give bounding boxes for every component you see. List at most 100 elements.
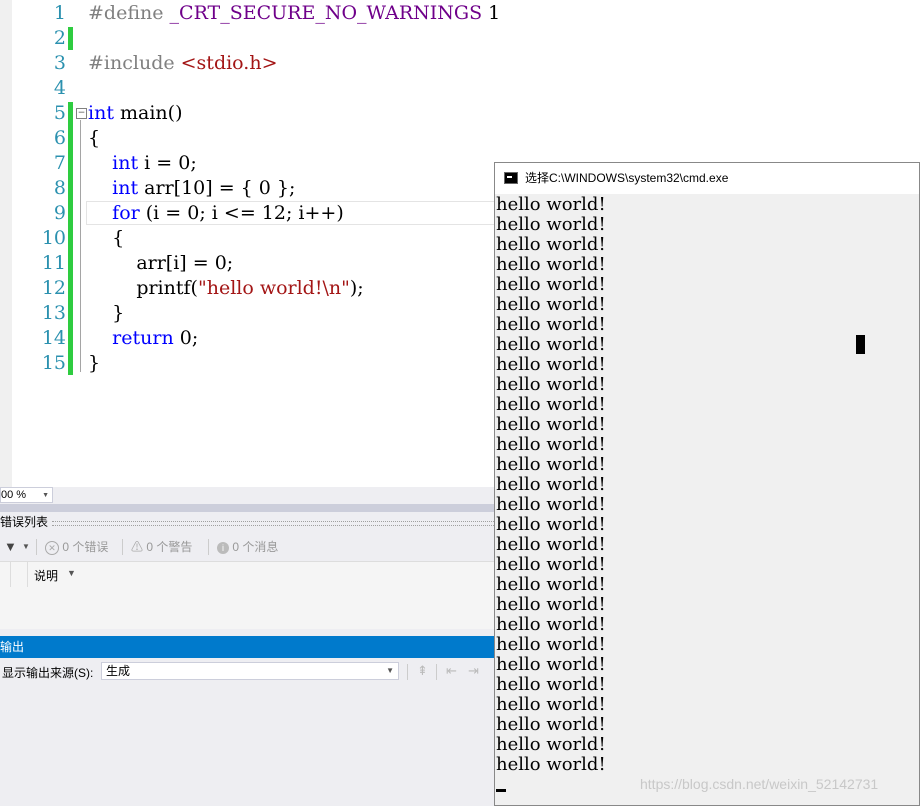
errors-filter-button[interactable]: ✕ 0 个错误 [45, 539, 108, 555]
console-window[interactable]: 选择C:\WINDOWS\system32\cmd.exe hello worl… [494, 162, 920, 806]
chevron-down-icon[interactable]: ▼ [22, 539, 30, 555]
line-number: 13 [41, 302, 66, 324]
console-line: hello world! [496, 674, 606, 695]
console-line: hello world! [496, 574, 606, 595]
console-line: hello world! [496, 194, 606, 215]
console-line: hello world! [496, 754, 606, 775]
console-output[interactable]: hello world! hello world! hello world! hell… [496, 194, 916, 804]
fold-guide [80, 120, 81, 372]
console-line: hello world! [496, 594, 606, 615]
error-list-header: 说明 ▼ [0, 561, 496, 588]
code-line[interactable]: arr[i] = 0; [88, 251, 233, 276]
code-token: int [88, 102, 114, 124]
code-token: #define [88, 2, 170, 24]
previous-message-icon[interactable]: ⇤ [446, 663, 457, 679]
line-number: 15 [41, 352, 66, 374]
console-line: hello world! [496, 634, 606, 655]
line-number: 6 [53, 127, 66, 149]
panel-splitter[interactable] [0, 504, 496, 512]
column-divider [27, 562, 28, 587]
console-line: hello world! [496, 614, 606, 635]
error-list-title-bar: 错误列表 [0, 512, 496, 532]
code-token: } [88, 302, 125, 324]
console-title-bar[interactable]: 选择C:\WINDOWS\system32\cmd.exe [495, 163, 919, 194]
console-line: hello world! [496, 334, 606, 355]
code-line[interactable]: #define _CRT_SECURE_NO_WARNINGS 1 [88, 1, 500, 26]
console-selection-cursor [856, 335, 865, 354]
console-line: hello world! [496, 434, 606, 455]
code-line[interactable]: for (i = 0; i <= 12; i++) [88, 201, 344, 226]
code-token: i = 0; [138, 152, 197, 174]
errors-count: 0 个错误 [62, 540, 109, 554]
code-token: arr[i] = 0; [88, 252, 234, 274]
console-line: hello world! [496, 414, 606, 435]
collapse-icon[interactable]: − [76, 108, 87, 119]
title-grip[interactable] [52, 521, 496, 526]
line-number: 7 [53, 152, 66, 174]
code-line[interactable]: } [88, 351, 100, 376]
line-number: 1 [53, 2, 66, 24]
console-line: hello world! [496, 734, 606, 755]
toolbar-separator [407, 664, 408, 680]
code-token: } [88, 352, 101, 374]
line-number: 10 [41, 227, 66, 249]
line-number: 14 [41, 327, 66, 349]
line-number: 12 [41, 277, 66, 299]
watermark: https://blog.csdn.net/weixin_52142731 [640, 776, 879, 792]
console-line: hello world! [496, 394, 606, 415]
info-icon: i [217, 542, 229, 554]
console-line: hello world! [496, 494, 606, 515]
code-line[interactable]: int i = 0; [88, 151, 197, 176]
code-line[interactable]: int main() [88, 101, 182, 126]
console-line: hello world! [496, 514, 606, 535]
line-number: 4 [53, 77, 66, 99]
error-icon: ✕ [45, 541, 59, 555]
chevron-down-icon[interactable]: ▼ [67, 568, 76, 578]
console-line: hello world! [496, 694, 606, 715]
code-line[interactable]: { [88, 126, 100, 151]
console-line: hello world! [496, 214, 606, 235]
change-marker-saved [68, 102, 73, 375]
editor-status-bar: 00 % ▼ [0, 487, 496, 504]
code-token: int [112, 177, 139, 199]
code-line[interactable]: #include <stdio.h> [88, 51, 278, 76]
output-toolbar: 显示输出来源(S): 生成 ▼ ⇞ ⇤ ⇥ [0, 658, 496, 686]
line-number: 5 [53, 102, 66, 124]
filter-icon[interactable]: ▼ [4, 539, 17, 555]
description-column-header[interactable]: 说明 [34, 567, 58, 584]
zoom-dropdown[interactable]: 00 % ▼ [0, 487, 53, 503]
console-line: hello world! [496, 474, 606, 495]
line-number: 9 [53, 202, 66, 224]
console-title: 选择C:\WINDOWS\system32\cmd.exe [525, 171, 729, 185]
console-line: hello world! [496, 274, 606, 295]
error-list-toolbar: ▼ ▼ ✕ 0 个错误 ⚠ 0 个警告 i 0 个消息 [0, 534, 496, 560]
output-source-dropdown[interactable]: 生成 ▼ [101, 662, 399, 680]
code-line[interactable]: { [88, 226, 124, 251]
messages-filter-button[interactable]: i 0 个消息 [217, 539, 278, 555]
line-number: 2 [53, 27, 66, 49]
output-title-bar: 输出 [0, 636, 496, 658]
console-line: hello world! [496, 454, 606, 475]
code-line[interactable]: return 0; [88, 326, 198, 351]
find-message-icon[interactable]: ⇞ [417, 663, 428, 679]
warnings-count: 0 个警告 [146, 540, 193, 554]
console-line: hello world! [496, 534, 606, 555]
zoom-value: 00 % [1, 489, 27, 501]
next-message-icon[interactable]: ⇥ [468, 663, 479, 679]
console-line: hello world! [496, 714, 606, 735]
error-list-body [0, 587, 496, 629]
line-number-gutter: 1 2 3 4 5 6 7 8 9 10 11 12 13 14 15 [12, 0, 66, 487]
code-token: 0; [173, 327, 199, 349]
code-line[interactable]: printf("hello world!\n"); [88, 276, 363, 301]
code-token: for [112, 202, 140, 224]
console-line: hello world! [496, 294, 606, 315]
warnings-filter-button[interactable]: ⚠ 0 个警告 [131, 539, 192, 555]
code-line[interactable]: } [88, 301, 124, 326]
toolbar-separator [36, 539, 37, 555]
code-line[interactable]: int arr[10] = { 0 }; [88, 176, 295, 201]
code-token: "hello world!\n" [197, 277, 350, 299]
